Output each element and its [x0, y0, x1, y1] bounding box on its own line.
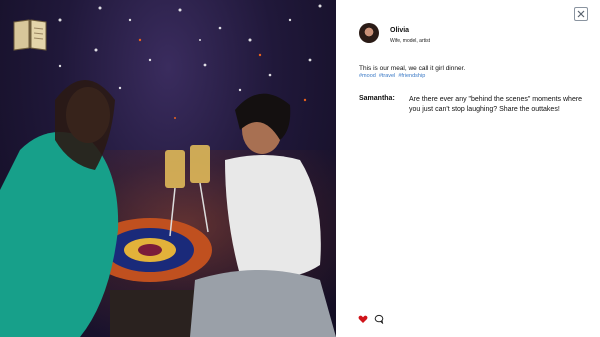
post-tags: #mood #travel #friendship [359, 73, 428, 79]
tag-travel[interactable]: #travel [379, 73, 396, 79]
journal-icon[interactable] [12, 16, 48, 57]
close-button[interactable] [574, 7, 588, 21]
post-user-bio: Wife, model, artist [390, 38, 431, 44]
tag-friendship[interactable]: #friendship [398, 73, 425, 79]
scene-illustration [0, 4, 336, 337]
post-panel: Olivia Wife, model, artist This is our m… [336, 0, 600, 337]
comment-text: Are there ever any "behind the scenes" m… [409, 96, 583, 113]
post-username[interactable]: Olivia [390, 27, 409, 34]
tag-mood[interactable]: #mood [359, 73, 376, 79]
avatar[interactable] [359, 23, 379, 43]
post-caption: This is our meal, we call it girl dinner… [359, 65, 466, 72]
scene-image [0, 0, 336, 337]
comment-button[interactable] [374, 311, 384, 329]
heart-icon [358, 315, 368, 323]
like-button[interactable] [358, 311, 368, 329]
comment-author: Samantha: [359, 95, 395, 102]
close-icon [577, 10, 585, 18]
comment-icon [374, 314, 384, 325]
